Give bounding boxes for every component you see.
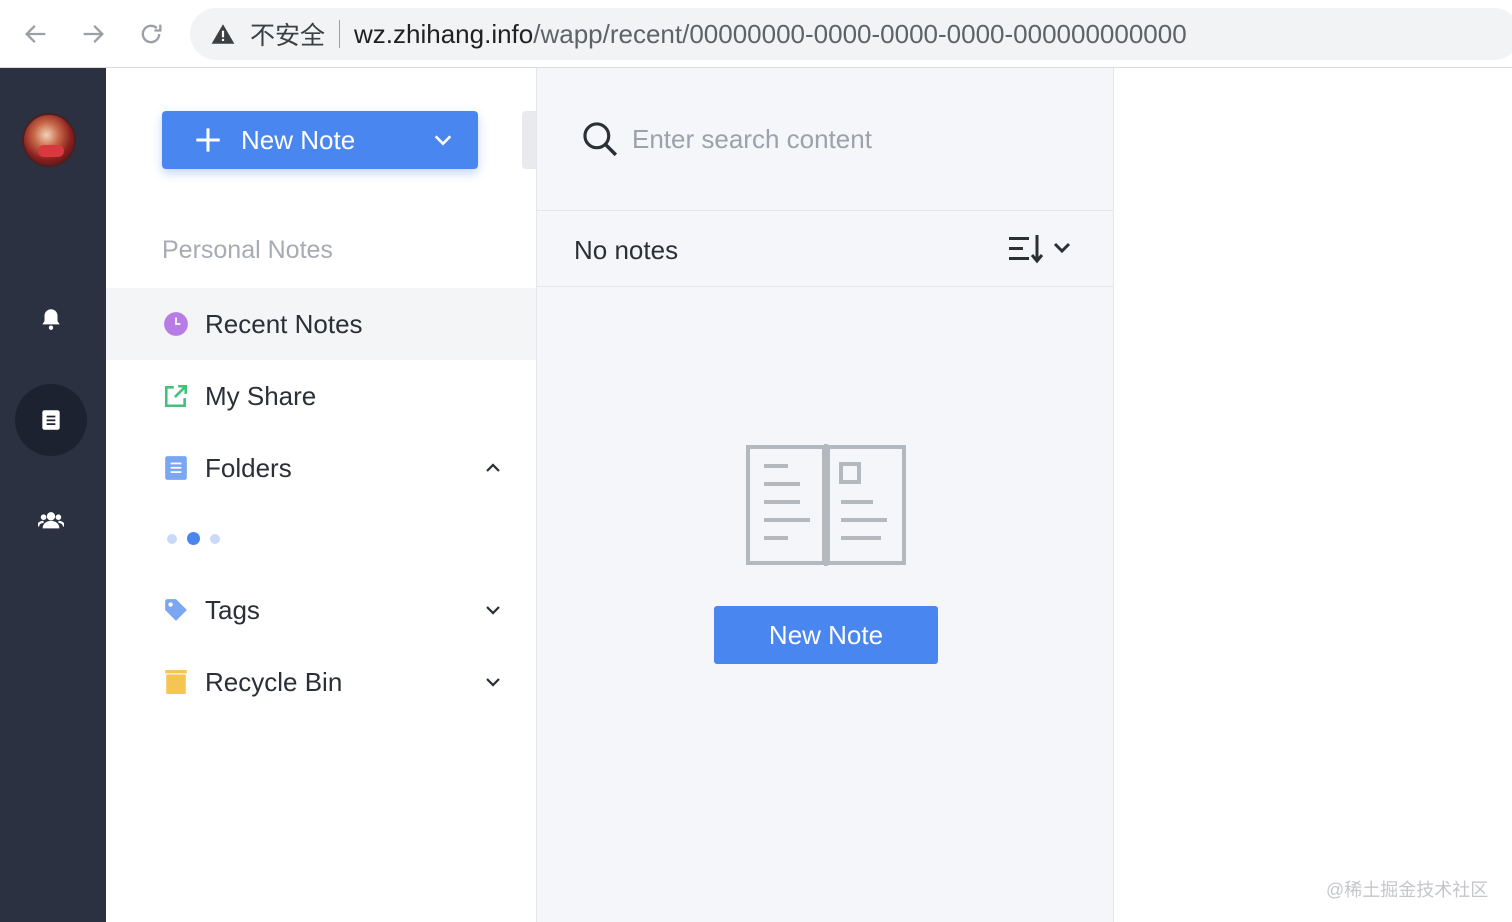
search-bar[interactable]: Enter search content — [537, 68, 1113, 211]
notifications-button[interactable] — [15, 283, 87, 355]
folder-icon — [165, 456, 187, 480]
url-path: /wapp/recent/00000000-0000-0000-0000-000… — [533, 18, 1187, 49]
trash-icon — [165, 670, 187, 694]
empty-new-note-button[interactable]: New Note — [714, 606, 938, 664]
section-title: Personal Notes — [162, 236, 333, 264]
sidebar-item-tags[interactable]: Tags — [106, 574, 536, 646]
sort-icon[interactable] — [1007, 233, 1077, 265]
plus-icon — [196, 128, 220, 152]
tag-icon — [165, 599, 187, 621]
list-title: No notes — [574, 235, 679, 265]
sidebar-item-recent-notes[interactable]: Recent Notes — [106, 288, 536, 360]
reload-button[interactable] — [134, 17, 168, 51]
empty-notebook-icon — [746, 444, 906, 566]
reload-icon — [141, 24, 162, 44]
collapse-sidebar-handle[interactable] — [522, 111, 536, 169]
document-icon — [42, 410, 60, 430]
note-list-panel: Enter search content No notes New Note — [536, 68, 1114, 922]
forward-arrow-icon — [83, 25, 104, 43]
sidebar-item-folders[interactable]: Folders — [106, 432, 536, 504]
chevron-down-icon[interactable] — [432, 129, 454, 151]
avatar[interactable] — [22, 113, 76, 167]
app-rail — [0, 68, 106, 922]
chevron-down-icon[interactable] — [484, 673, 502, 691]
sidebar-item-label: Tags — [205, 594, 260, 625]
sidebar: New Note Personal Notes Recent Notes My … — [106, 68, 536, 922]
chevron-down-icon[interactable] — [484, 601, 502, 619]
chevron-up-icon[interactable] — [484, 459, 502, 477]
sidebar-item-my-share[interactable]: My Share — [106, 360, 536, 432]
watermark: @稀土掘金技术社区 — [1326, 880, 1489, 900]
notes-button[interactable] — [15, 384, 87, 456]
sidebar-item-recycle-bin[interactable]: Recycle Bin — [106, 646, 536, 718]
share-icon — [164, 384, 188, 408]
url-host: wz.zhihang.info — [354, 18, 534, 49]
sidebar-item-label: Recycle Bin — [205, 666, 343, 697]
address-separator — [339, 20, 341, 48]
back-button[interactable] — [19, 17, 53, 51]
sidebar-item-label: My Share — [205, 380, 317, 411]
address-bar[interactable]: 不安全 wz.zhihang.info/wapp/recent/00000000… — [190, 8, 1512, 60]
new-note-button[interactable]: New Note — [162, 111, 478, 169]
sidebar-item-label: Recent Notes — [205, 308, 363, 339]
sidebar-item-label: Folders — [205, 452, 292, 483]
search-icon — [583, 122, 618, 157]
search-input[interactable]: Enter search content — [632, 124, 872, 155]
list-header: No notes — [537, 211, 1113, 287]
warning-icon — [211, 24, 235, 44]
loading-indicator — [167, 532, 220, 545]
browser-toolbar: 不安全 wz.zhihang.info/wapp/recent/00000000… — [0, 0, 1512, 68]
forward-button[interactable] — [76, 17, 110, 51]
new-note-label: New Note — [241, 125, 356, 155]
back-arrow-icon — [25, 25, 46, 43]
contacts-button[interactable] — [15, 484, 87, 556]
users-icon — [38, 512, 64, 529]
clock-icon — [164, 312, 188, 336]
bell-icon — [42, 309, 60, 330]
insecure-label: 不安全 — [250, 22, 326, 50]
